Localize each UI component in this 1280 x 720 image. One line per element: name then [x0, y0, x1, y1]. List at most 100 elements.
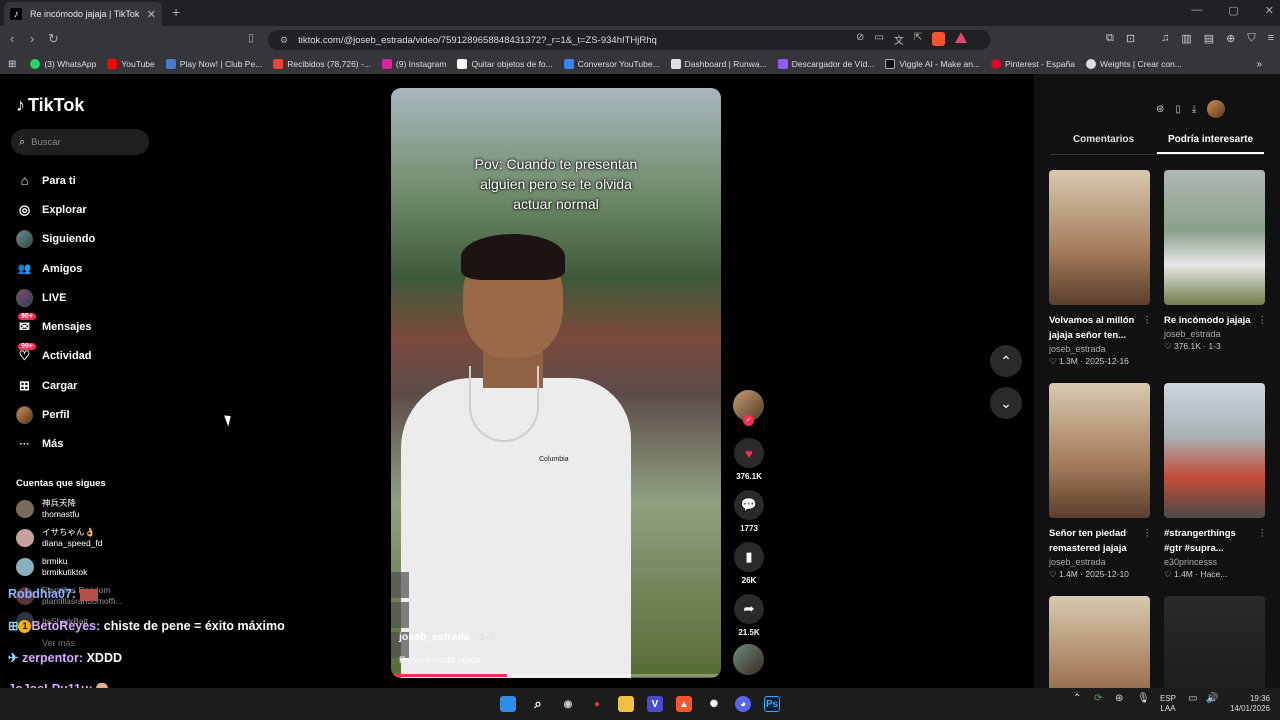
- bookmark-item[interactable]: (3) WhatsApp: [30, 59, 96, 69]
- new-tab-icon[interactable]: +: [172, 4, 180, 20]
- avatar[interactable]: [1207, 100, 1226, 118]
- more-options-icon[interactable]: ⋮: [1258, 313, 1268, 328]
- video-player[interactable]: Columbia Pov: Cuando te presentan alguie…: [391, 88, 721, 678]
- sidebar-item-perfil[interactable]: Perfil: [16, 400, 95, 429]
- suggested-video-card[interactable]: Señor ten piedad remastered jajaja ⋮ joseb…: [1049, 383, 1153, 580]
- more-options-icon[interactable]: ⋮: [1258, 526, 1268, 541]
- tray-chevron-icon[interactable]: ⌃: [1073, 694, 1081, 704]
- suggested-video-card[interactable]: [1164, 596, 1265, 688]
- sidebar-item-para-ti[interactable]: ⌂ Para ti: [16, 166, 95, 195]
- bookmark-item[interactable]: Pinterest - España: [991, 59, 1075, 69]
- save-button[interactable]: ▮ 26K: [733, 542, 765, 585]
- brave-icon[interactable]: ▲: [676, 696, 692, 712]
- share-button[interactable]: ➦ 21.5K: [733, 594, 765, 637]
- sidebar-item-cargar[interactable]: ⊞ Cargar: [16, 371, 95, 400]
- browser-tab[interactable]: ♪ Re incómodo jajaja | TikTok ✕: [4, 2, 162, 26]
- vpn-icon[interactable]: ⊕: [1226, 32, 1235, 45]
- sidebar-item-mensajes[interactable]: ✉ 99+ Mensajes: [16, 312, 95, 341]
- tab-podria-interesarte[interactable]: Podría interesarte: [1157, 134, 1264, 154]
- forward-icon[interactable]: ›: [30, 31, 34, 46]
- start-icon[interactable]: [500, 696, 516, 712]
- more-options-icon[interactable]: ⋮: [1143, 526, 1153, 541]
- folder-icon[interactable]: [618, 696, 634, 712]
- language-indicator[interactable]: ESP LAA: [1160, 694, 1176, 714]
- discord-icon[interactable]: ◕: [735, 696, 751, 712]
- bookmark-item[interactable]: Weights | Crear con...: [1085, 59, 1182, 69]
- reload-icon[interactable]: ↻: [48, 31, 59, 47]
- more-bookmarks-icon[interactable]: »: [1256, 59, 1262, 70]
- tray-app-icon[interactable]: ⟳: [1094, 694, 1102, 704]
- minimize-icon[interactable]: —: [1191, 4, 1202, 17]
- video-progress-bar[interactable]: [391, 674, 721, 677]
- sidebar-item-live[interactable]: LIVE: [16, 283, 95, 312]
- eye-off-icon[interactable]: ⊘: [856, 32, 864, 47]
- side-control[interactable]: [391, 572, 409, 598]
- mobile-icon[interactable]: ▯: [1175, 104, 1181, 115]
- monitor-icon[interactable]: ▭: [1188, 694, 1197, 704]
- followed-account-item[interactable]: イサちゃん👌 diana_speed_fd: [16, 523, 122, 552]
- close-tab-icon[interactable]: ✕: [147, 8, 156, 21]
- bookmark-item[interactable]: Conversor YouTube...: [563, 59, 660, 69]
- sound-disc-avatar[interactable]: [733, 644, 764, 675]
- bookmark-item[interactable]: Descargador de Víd...: [777, 59, 874, 69]
- record-icon[interactable]: ●: [589, 696, 605, 712]
- vegas-icon[interactable]: V: [647, 696, 663, 712]
- bookmark-item[interactable]: (9) Instagram: [381, 59, 446, 69]
- suggested-video-card[interactable]: #strangerthings #gtr #supra... ⋮ e30prince…: [1164, 383, 1268, 580]
- brave-shields-icon[interactable]: [932, 32, 946, 46]
- previous-video-button[interactable]: ⌃: [990, 345, 1022, 377]
- sidebar-icon[interactable]: ▥: [1181, 32, 1191, 45]
- next-video-button[interactable]: ⌄: [990, 387, 1022, 419]
- compass-icon[interactable]: ⊛: [1156, 104, 1164, 115]
- tab-comentarios[interactable]: Comentarios: [1050, 134, 1157, 154]
- bookmark-icon[interactable]: ▯: [248, 31, 254, 44]
- followed-account-item[interactable]: brmiku brmikutiktok: [16, 552, 122, 581]
- translate-icon[interactable]: 文: [894, 32, 904, 47]
- suggested-video-card[interactable]: Re incómodo jajaja ⋮ joseb_estrada ♡ 376.…: [1164, 170, 1268, 352]
- photoshop-icon[interactable]: Ps: [764, 696, 780, 712]
- creator-avatar[interactable]: ✓: [733, 390, 764, 426]
- close-window-icon[interactable]: ✕: [1265, 4, 1274, 17]
- search-input[interactable]: ⌕ Buscar: [11, 129, 149, 155]
- follow-check-icon[interactable]: ✓: [743, 415, 754, 426]
- bookmark-item[interactable]: Dashboard | Runwa...: [670, 59, 767, 69]
- shield-icon[interactable]: ⛉: [1247, 32, 1255, 45]
- more-options-icon[interactable]: ⋮: [1143, 313, 1153, 328]
- maximize-icon[interactable]: ▢: [1228, 4, 1238, 17]
- clock[interactable]: 19:36 14/01/2026: [1224, 694, 1270, 714]
- suggested-video-card[interactable]: Volvamos al millón jajaja señor ten... ⋮ j…: [1049, 170, 1153, 367]
- tiktok-logo[interactable]: ♪ TikTok: [16, 95, 84, 116]
- brave-rewards-icon[interactable]: [955, 32, 968, 43]
- see-more-link[interactable]: Ver más: [16, 638, 122, 648]
- apps-grid-icon[interactable]: ⊞: [8, 59, 16, 70]
- like-button[interactable]: ♥ 376.1K: [733, 438, 765, 481]
- followed-account-item[interactable]: 神兵天降 thomastfu: [16, 494, 122, 523]
- bookmark-item[interactable]: Viggle AI - Make an...: [885, 59, 980, 69]
- bookmark-item[interactable]: YouTube: [107, 59, 155, 69]
- wallet-icon[interactable]: ▤: [1204, 32, 1214, 45]
- bookmark-item[interactable]: Recibidos (78,726) -...: [273, 59, 371, 69]
- chatgpt-icon[interactable]: ✺: [706, 696, 722, 712]
- sidebar-item-actividad[interactable]: ♡ 99+ Actividad: [16, 342, 95, 371]
- sidebar-item-mas[interactable]: ··· Más: [16, 430, 95, 459]
- menu-icon[interactable]: ≡: [1268, 32, 1274, 45]
- obs-icon[interactable]: ◉: [560, 696, 576, 712]
- tray-network-icon[interactable]: ⊛: [1115, 694, 1123, 704]
- volume-icon[interactable]: 🔊: [1206, 694, 1218, 704]
- sidebar-item-siguiendo[interactable]: Siguiendo: [16, 225, 95, 254]
- side-control[interactable]: [391, 602, 409, 628]
- video-author[interactable]: joseb_estrada · 1-3: [399, 631, 494, 643]
- page-info-icon[interactable]: ⚙: [280, 35, 288, 46]
- suggested-video-card[interactable]: [1049, 596, 1150, 688]
- share-icon[interactable]: ⇱: [914, 32, 922, 47]
- cast-icon[interactable]: ▭: [874, 32, 883, 47]
- sidebar-item-explorar[interactable]: ◎ Explorar: [16, 195, 95, 224]
- extensions-icon[interactable]: ⧉: [1106, 32, 1114, 45]
- microphone-icon[interactable]: 🎙: [1137, 694, 1150, 704]
- media-icon[interactable]: ♫: [1161, 32, 1169, 45]
- bookmark-item[interactable]: Quitar objetos de fo...: [457, 59, 553, 69]
- sidebar-item-amigos[interactable]: 👥 Amigos: [16, 254, 95, 283]
- search-icon[interactable]: ⌕: [530, 696, 546, 712]
- bookmark-item[interactable]: Play Now! | Club Pe...: [165, 59, 262, 69]
- back-icon[interactable]: ‹: [10, 31, 14, 46]
